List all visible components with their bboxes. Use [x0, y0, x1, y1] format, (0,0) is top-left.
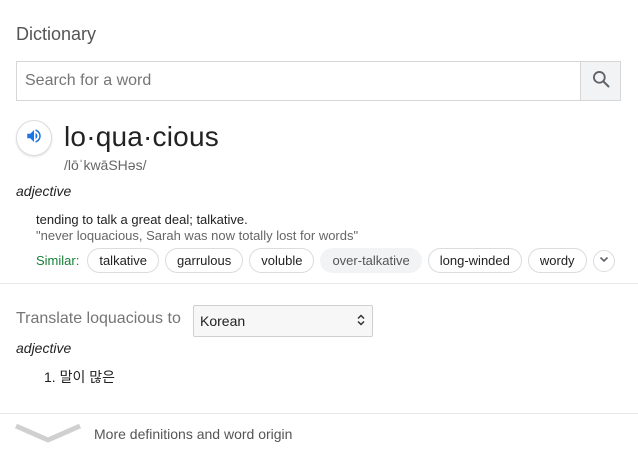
similar-label: Similar: [36, 253, 80, 268]
similar-chip[interactable]: wordy [527, 248, 587, 273]
more-definitions-link[interactable]: More definitions and word origin [94, 426, 292, 442]
similar-words-row: Similar: talkative garrulous voluble ove… [36, 248, 615, 273]
selected-language: Korean [200, 313, 246, 329]
translate-label: Translate loquacious to [16, 310, 181, 327]
chevron-down-icon [598, 252, 610, 270]
dictionary-card: Dictionary lo·qua·cious /lōˈkwāSHəs/ adj… [0, 0, 638, 454]
dictionary-title: Dictionary [16, 24, 97, 44]
pronunciation-audio-button[interactable] [16, 120, 52, 156]
language-select[interactable]: Korean [193, 305, 373, 337]
translation-item: 1. 말이 많은 [44, 369, 115, 385]
section-divider [0, 283, 638, 284]
part-of-speech: adjective [16, 183, 72, 199]
search-button[interactable] [580, 62, 620, 100]
speaker-icon [25, 127, 43, 150]
similar-chip[interactable]: garrulous [165, 248, 244, 273]
chevron-down-icon [14, 422, 82, 449]
phonetic-spelling: /lōˈkwāSHəs/ [64, 157, 147, 173]
similar-chip[interactable]: over-talkative [320, 248, 422, 273]
more-definitions-row[interactable]: More definitions and word origin [0, 414, 638, 454]
similar-chip[interactable]: long-winded [427, 248, 522, 273]
similar-chip[interactable]: talkative [87, 248, 160, 273]
search-icon [591, 69, 611, 94]
headword: lo·qua·cious [64, 121, 219, 152]
expand-similar-button[interactable] [592, 249, 615, 272]
similar-chip[interactable]: voluble [249, 248, 315, 273]
search-input[interactable] [17, 62, 580, 100]
search-box [16, 61, 621, 101]
translation-part-of-speech: adjective [16, 340, 72, 356]
definition-text: tending to talk a great deal; talkative. [36, 212, 248, 227]
example-sentence: "never loquacious, Sarah was now totally… [36, 228, 359, 243]
select-arrows-icon [356, 313, 366, 330]
